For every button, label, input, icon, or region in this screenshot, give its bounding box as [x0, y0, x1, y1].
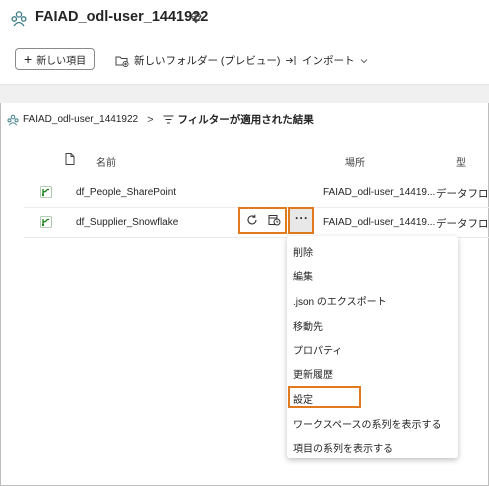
filter-results-label: フィルターが適用された結果	[177, 114, 314, 126]
schedule-icon[interactable]	[268, 214, 281, 226]
document-icon	[65, 153, 75, 165]
import-button[interactable]: インポート	[285, 53, 368, 68]
breadcrumb: FAIAD_odl-user_1441922 > フィルターが適用された結果	[6, 112, 314, 127]
row-name[interactable]: df_Supplier_Snowflake	[76, 217, 178, 228]
table-row[interactable]: df_People_SharePoint FAIAD_odl-user_1441…	[24, 177, 489, 208]
breadcrumb-separator: >	[147, 113, 154, 126]
chevron-down-icon	[360, 58, 367, 63]
refresh-icon[interactable]	[246, 214, 258, 226]
column-header-name[interactable]: 名前	[96, 154, 116, 169]
new-folder-button[interactable]: 新しいフォルダー (プレビュー)	[115, 53, 280, 68]
row-actions-highlight	[238, 207, 287, 234]
menu-item-refresh-history[interactable]: 更新履歴	[293, 366, 333, 381]
folder-add-icon	[115, 56, 129, 67]
new-item-label: 新しい項目	[36, 55, 87, 67]
column-header-location[interactable]: 場所	[345, 154, 365, 169]
workspace-icon	[7, 114, 19, 126]
workspace-icon	[11, 11, 27, 27]
workspace-header: FAIAD_odl-user_1441922	[0, 0, 489, 36]
settings-highlight	[288, 386, 361, 408]
menu-item-move-to[interactable]: 移動先	[293, 318, 323, 333]
menu-item-item-lineage[interactable]: 項目の系列を表示する	[293, 440, 393, 455]
workspace-title: FAIAD_odl-user_1441922	[35, 9, 209, 25]
breadcrumb-workspace[interactable]: FAIAD_odl-user_1441922	[23, 114, 138, 125]
menu-item-delete[interactable]: 削除	[293, 244, 313, 259]
diamond-icon[interactable]	[190, 12, 202, 24]
row-location: FAIAD_odl-user_14419...	[323, 217, 436, 228]
toolbar: + 新しい項目 新しいフォルダー (プレビュー) インポート	[0, 36, 489, 85]
import-icon	[286, 56, 296, 65]
plus-icon: +	[24, 50, 33, 67]
menu-item-edit[interactable]: 編集	[293, 268, 313, 283]
new-folder-label: 新しいフォルダー (プレビュー)	[134, 55, 281, 67]
more-options-button[interactable]: ···	[288, 207, 314, 234]
column-header-type[interactable]: 型	[456, 154, 466, 169]
filter-icon	[163, 115, 174, 124]
new-item-button[interactable]: + 新しい項目	[15, 48, 96, 70]
row-name[interactable]: df_People_SharePoint	[76, 187, 176, 198]
more-icon: ···	[295, 211, 309, 225]
row-type: データフロー	[436, 188, 489, 200]
row-type: データフロー	[436, 218, 489, 230]
menu-item-properties[interactable]: プロパティ	[293, 342, 342, 357]
import-label: インポート	[302, 55, 355, 67]
menu-item-workspace-lineage[interactable]: ワークスペースの系列を表示する	[293, 416, 442, 431]
content-divider	[0, 85, 489, 103]
row-location: FAIAD_odl-user_14419...	[323, 187, 436, 198]
dataflow-icon	[40, 216, 52, 228]
menu-item-export-json[interactable]: .json のエクスポート	[293, 293, 387, 308]
context-menu: 削除 編集 .json のエクスポート 移動先 プロパティ 更新履歴 設定 ワー…	[287, 236, 458, 458]
dataflow-icon	[40, 186, 52, 198]
